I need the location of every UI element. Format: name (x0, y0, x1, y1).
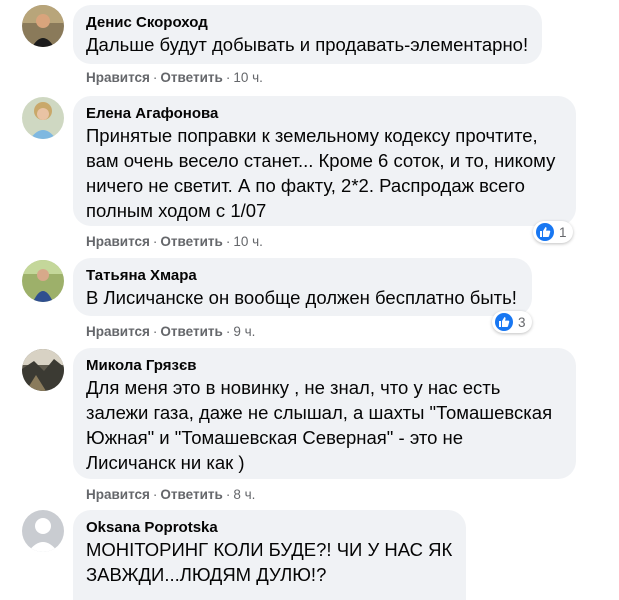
comment-actions: Нравится · Ответить · 10 ч. (86, 70, 263, 86)
comment-text: МОНІТОРИНГ КОЛИ БУДЕ?! ЧИ У НАС ЯК ЗАВЖД… (86, 539, 453, 585)
comment-bubble: Микола Грязєв Для меня это в новинку , н… (73, 348, 576, 479)
comment-time[interactable]: 10 ч. (233, 234, 263, 249)
reply-link[interactable]: Ответить (160, 70, 222, 85)
reaction-count: 3 (518, 314, 526, 330)
avatar[interactable] (22, 5, 64, 47)
comment-bubble: Татьяна Хмара В Лисичанске он вообще дол… (73, 258, 532, 316)
reaction-summary[interactable]: 1 (533, 221, 573, 243)
comment-author[interactable]: Татьяна Хмара (86, 266, 519, 285)
like-link[interactable]: Нравится (86, 324, 150, 339)
like-link[interactable]: Нравится (86, 70, 150, 85)
separator: · (225, 70, 231, 85)
comment-actions: Нравится · Ответить · 8 ч. (86, 487, 255, 503)
comment-bubble: Денис Скороход Дальше будут добывать и п… (73, 5, 542, 64)
like-link[interactable]: Нравится (86, 234, 150, 249)
avatar[interactable] (22, 510, 64, 552)
reaction-summary[interactable]: 3 (492, 311, 532, 333)
comment-actions: Нравится · Ответить · 10 ч. (86, 234, 263, 250)
separator: · (225, 324, 231, 339)
separator: · (152, 234, 158, 249)
comment-time[interactable]: 8 ч. (233, 487, 255, 502)
avatar[interactable] (22, 260, 64, 302)
comment-actions: Нравится · Ответить · 9 ч. (86, 324, 255, 340)
comment-text: В Лисичанске он вообще должен бесплатно … (86, 287, 517, 308)
comment-bubble: Oksana Poprotska МОНІТОРИНГ КОЛИ БУДЕ?! … (73, 510, 466, 600)
comment-time[interactable]: 9 ч. (233, 324, 255, 339)
avatar[interactable] (22, 97, 64, 139)
comment-text: Дальше будут добывать и продавать-элемен… (86, 34, 529, 55)
reply-link[interactable]: Ответить (160, 234, 222, 249)
comment-author[interactable]: Oksana Poprotska (86, 518, 453, 537)
separator: · (225, 234, 231, 249)
reply-link[interactable]: Ответить (160, 487, 222, 502)
separator: · (225, 487, 231, 502)
comment-text: Для меня это в новинку , не знал, что у … (86, 377, 553, 473)
comment-author[interactable]: Елена Агафонова (86, 104, 563, 123)
separator: · (152, 70, 158, 85)
comment-text: Принятые поправки к земельному кодексу п… (86, 125, 556, 221)
comment-time[interactable]: 10 ч. (233, 70, 263, 85)
reaction-count: 1 (559, 224, 567, 240)
comment-bubble: Елена Агафонова Принятые поправки к земе… (73, 96, 576, 226)
comment-author[interactable]: Денис Скороход (86, 13, 529, 32)
separator: · (152, 487, 158, 502)
reply-link[interactable]: Ответить (160, 324, 222, 339)
like-link[interactable]: Нравится (86, 487, 150, 502)
like-icon (495, 313, 513, 331)
comment-author[interactable]: Микола Грязєв (86, 356, 563, 375)
like-icon (536, 223, 554, 241)
avatar[interactable] (22, 349, 64, 391)
separator: · (152, 324, 158, 339)
